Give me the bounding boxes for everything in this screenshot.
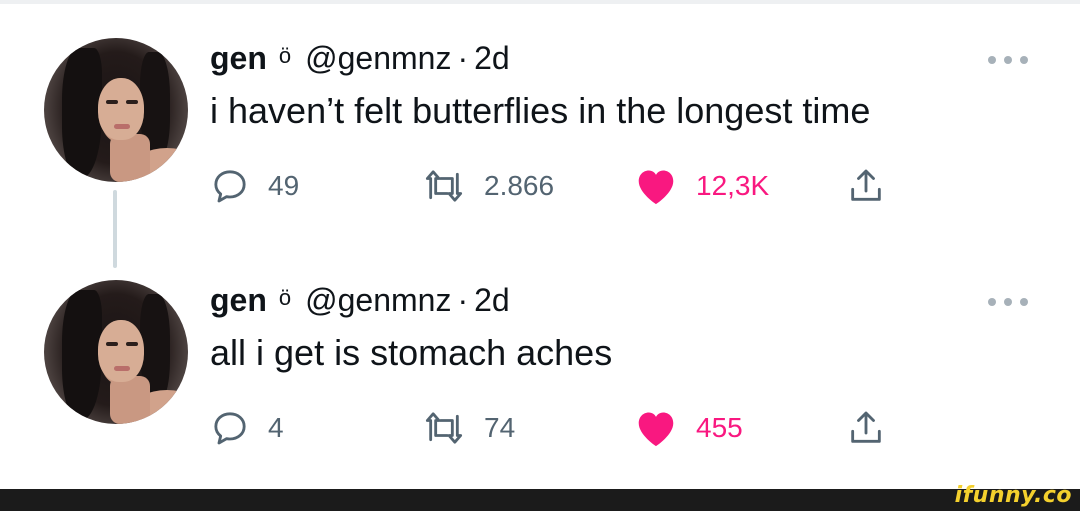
tweet-text: i haven’t felt butterflies in the longes… [210,90,871,131]
timestamp[interactable]: 2d [474,282,510,319]
tweet-text: all i get is stomach aches [210,332,613,373]
action-bar: 49 2.866 12,3K [210,162,910,210]
reply-button[interactable]: 4 [210,404,284,452]
retweet-button[interactable]: 2.866 [422,162,554,210]
share-icon [851,169,881,201]
heart-icon [638,412,674,447]
user-handle[interactable]: @genmnz [305,282,451,319]
tweet-header: gen ö @genmnz · 2d [210,40,510,84]
share-button[interactable] [846,404,886,452]
timestamp[interactable]: 2d [474,40,510,77]
action-bar: 4 74 455 [210,404,910,452]
like-count: 12,3K [696,170,770,201]
retweet-icon [425,412,463,444]
display-name[interactable]: gen [210,282,267,319]
like-button[interactable]: 12,3K [634,162,769,210]
reply-button[interactable]: 49 [210,162,299,210]
separator: · [457,40,469,76]
like-count: 455 [696,412,743,443]
heart-icon [638,170,674,205]
tweet-header: gen ö @genmnz · 2d [210,282,510,326]
separator: · [457,282,469,318]
reply-icon [214,170,246,203]
retweet-icon [425,170,463,202]
display-name[interactable]: gen [210,40,267,77]
reply-count: 49 [268,170,300,201]
thread-connector [113,190,117,268]
watermark-logo: ifunny.co [954,483,1072,508]
reply-count: 4 [268,412,284,443]
top-divider [0,0,1080,4]
retweet-count: 2.866 [484,170,555,201]
more-icon[interactable] [988,298,1030,308]
name-emoji: ö [278,43,292,68]
like-button[interactable]: 455 [634,404,743,452]
watermark-bar: ifunny.co [0,483,1080,511]
share-button[interactable] [846,162,886,210]
user-handle[interactable]: @genmnz [305,40,451,77]
avatar[interactable] [44,280,188,424]
share-icon [851,411,881,443]
retweet-count: 74 [484,412,516,443]
name-emoji: ö [278,285,292,310]
avatar[interactable] [44,38,188,182]
reply-icon [214,412,246,445]
more-icon[interactable] [988,56,1030,66]
retweet-button[interactable]: 74 [422,404,515,452]
